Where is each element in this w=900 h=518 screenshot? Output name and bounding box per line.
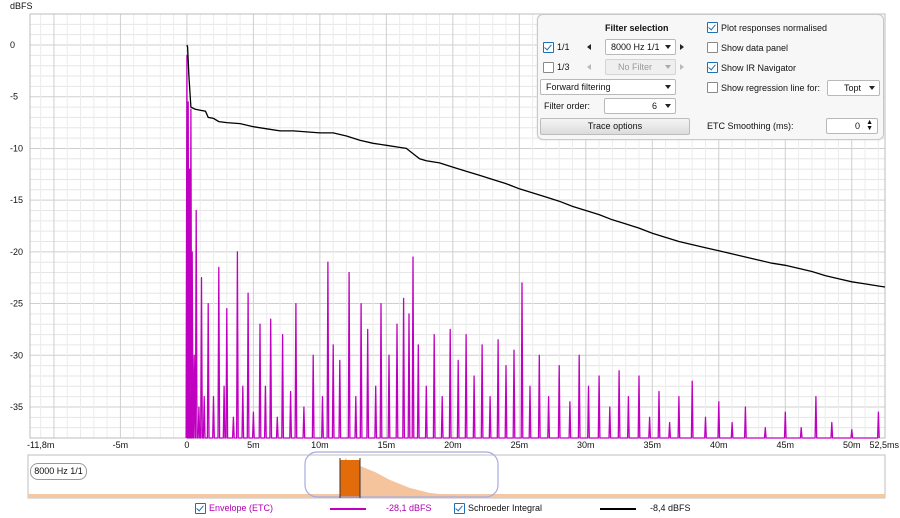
x-tick-label: 45m — [777, 440, 795, 450]
filter-order-label: Filter order: — [544, 101, 591, 111]
overview-selection-fill — [340, 460, 360, 498]
y-tick-label: -35 — [10, 402, 23, 412]
envelope-checkbox[interactable] — [195, 503, 206, 514]
regression-select[interactable]: Topt — [827, 80, 880, 96]
x-tick-label: -5m — [113, 440, 129, 450]
x-tick-label: 10m — [311, 440, 329, 450]
chevron-down-icon — [665, 45, 671, 49]
y-tick-label: -15 — [10, 195, 23, 205]
show-ir-navigator-label: Show IR Navigator — [721, 63, 797, 73]
chevron-down-icon — [869, 86, 875, 90]
show-ir-navigator-checkbox[interactable] — [707, 62, 718, 73]
x-tick-label: 35m — [644, 440, 662, 450]
band-1-1-prev-icon[interactable] — [587, 44, 591, 50]
filter-order-select[interactable]: 6 — [604, 98, 676, 114]
plot-normalised-label: Plot responses normalised — [721, 23, 828, 33]
band-1-3-prev-icon[interactable] — [587, 64, 591, 70]
schroeder-legend-label: Schroeder Integral — [468, 503, 543, 513]
envelope-legend-label: Envelope (ETC) — [209, 503, 274, 513]
envelope-legend-swatch — [330, 508, 366, 510]
y-tick-label: -5 — [10, 92, 18, 102]
show-regression-checkbox[interactable] — [707, 82, 718, 93]
band-1-3-value: No Filter — [618, 62, 653, 72]
y-tick-label: -30 — [10, 350, 23, 360]
schroeder-legend-swatch — [600, 508, 636, 510]
show-regression-label: Show regression line for: — [721, 83, 821, 93]
etc-smoothing-input[interactable]: 0 ▲ ▼ — [826, 118, 878, 134]
band-1-1-value: 8000 Hz 1/1 — [611, 42, 660, 52]
band-1-1-next-icon[interactable] — [680, 44, 684, 50]
envelope-legend-value: -28,1 dBFS — [386, 503, 432, 513]
show-data-panel-label: Show data panel — [721, 43, 789, 53]
y-axis-label: dBFS — [10, 1, 33, 11]
etc-smoothing-label: ETC Smoothing (ms): — [707, 121, 794, 131]
band-1-3-select[interactable]: No Filter — [605, 59, 676, 75]
chevron-down-icon — [665, 65, 671, 69]
show-data-panel-checkbox[interactable] — [707, 42, 718, 53]
band-1-1-select[interactable]: 8000 Hz 1/1 — [605, 39, 676, 55]
schroeder-checkbox[interactable] — [454, 503, 465, 514]
y-tick-label: -10 — [10, 143, 23, 153]
chevron-down-icon — [665, 104, 671, 108]
etc-smoothing-value: 0 — [854, 121, 860, 131]
ir-navigator[interactable] — [27, 451, 886, 499]
overview-band-label: 8000 Hz 1/1 — [30, 463, 87, 480]
schroeder-legend-value: -8,4 dBFS — [650, 503, 691, 513]
filtering-mode-value: Forward filtering — [546, 82, 611, 92]
band-1-3-next-icon[interactable] — [680, 64, 684, 70]
filtering-mode-select[interactable]: Forward filtering — [540, 79, 676, 95]
y-tick-label: -20 — [10, 247, 23, 257]
x-tick-label: 40m — [710, 440, 728, 450]
y-tick-label: 0 — [10, 40, 15, 50]
plot-normalised-checkbox[interactable] — [707, 22, 718, 33]
filter-order-value: 6 — [651, 101, 657, 111]
band-1-1-label: 1/1 — [557, 42, 570, 52]
x-tick-label: 25m — [511, 440, 529, 450]
filter-panel: Filter selection 1/1 8000 Hz 1/1 1/3 No … — [537, 14, 884, 140]
x-tick-label: -11,8m — [27, 440, 54, 450]
x-axis: -11,8m -5m 0 5m 10m 15m 20m 25m 30m 35m 40m 45m 50m 5… — [27, 440, 899, 450]
spinner-arrows-icon[interactable]: ▲ ▼ — [866, 119, 873, 132]
y-axis: 0 -5 -10 -15 -20 -25 -30 -35 — [10, 40, 23, 412]
chart-legend: Envelope (ETC) -28,1 dBFS Schroeder Inte… — [0, 500, 900, 518]
overview-frame — [27, 454, 886, 499]
regression-value: Topt — [844, 83, 862, 93]
band-1-3-label: 1/3 — [557, 62, 570, 72]
x-tick-label: 15m — [378, 440, 396, 450]
band-1-1-checkbox[interactable] — [543, 42, 554, 53]
filter-selection-title: Filter selection — [605, 23, 669, 33]
chevron-down-icon — [665, 85, 671, 89]
x-tick-label: 50m — [843, 440, 861, 450]
x-tick-label: 52,5ms — [869, 440, 899, 450]
y-tick-label: -25 — [10, 299, 23, 309]
trace-options-button[interactable]: Trace options — [540, 118, 690, 135]
x-tick-label: 5m — [247, 440, 260, 450]
x-tick-label: 0 — [184, 440, 189, 450]
x-tick-label: 30m — [577, 440, 595, 450]
x-tick-label: 20m — [444, 440, 462, 450]
band-1-3-checkbox[interactable] — [543, 62, 554, 73]
